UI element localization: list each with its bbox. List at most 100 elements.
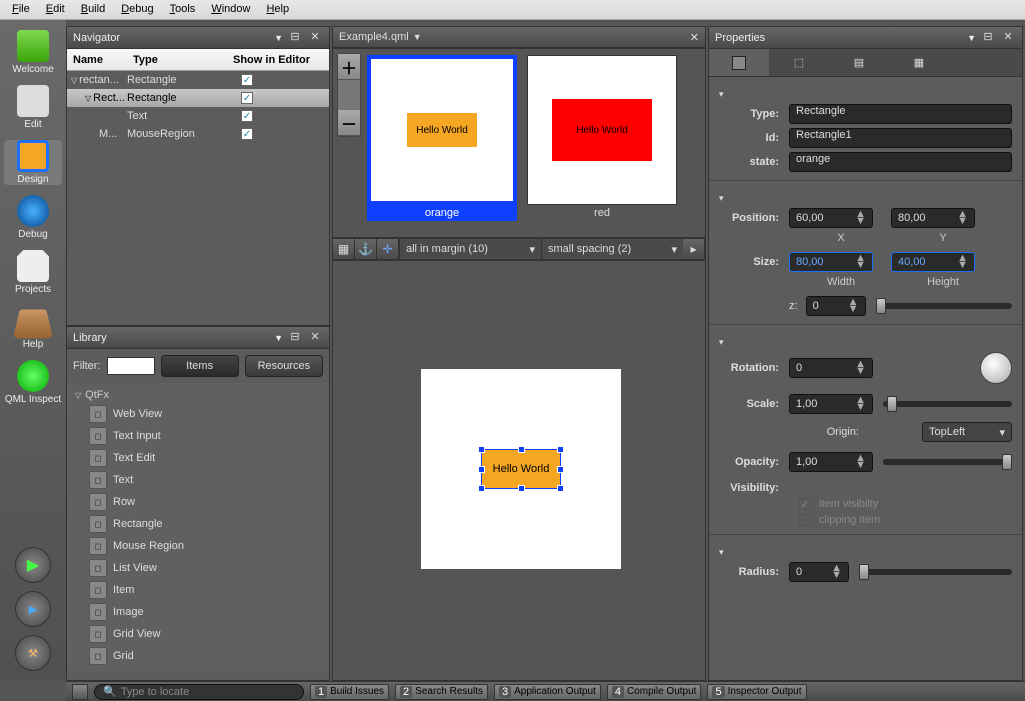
library-item[interactable]: ◻Rectangle — [67, 513, 329, 535]
state-field[interactable]: orange — [789, 152, 1012, 172]
library-item[interactable]: ◻Item — [67, 579, 329, 601]
rotation-dial[interactable] — [980, 352, 1012, 384]
margin-combo[interactable]: all in margin (10)▾ — [399, 239, 541, 259]
library-split-icon[interactable]: ⊟ — [287, 330, 303, 346]
properties-menu-arrow[interactable]: ▼ — [967, 33, 976, 43]
origin-combo[interactable]: TopLeft▾ — [922, 422, 1012, 442]
state-card[interactable]: Hello Worldred — [527, 55, 677, 221]
menu-edit[interactable]: Edit — [38, 0, 73, 19]
library-item[interactable]: ◻Mouse Region — [67, 535, 329, 557]
visibility-checkbox[interactable]: ✓item visibilty — [799, 498, 1012, 510]
pos-y-field[interactable]: 80,00▲▼ — [891, 208, 975, 228]
scale-field[interactable]: 1,00▲▼ — [789, 394, 873, 414]
type-field[interactable]: Rectangle — [789, 104, 1012, 124]
prop-tab-basic[interactable] — [709, 49, 769, 76]
z-field[interactable]: 0▲▼ — [806, 296, 866, 316]
mode-welcome[interactable]: Welcome — [4, 30, 62, 75]
state-card[interactable]: Hello Worldorange — [367, 55, 517, 221]
library-item[interactable]: ◻Web View — [67, 403, 329, 425]
rotation-field[interactable]: 0▲▼ — [789, 358, 873, 378]
mode-debug[interactable]: Debug — [4, 195, 62, 240]
library-category[interactable]: ▽QtFx — [67, 387, 329, 403]
output-pane-button[interactable]: 5Inspector Output — [707, 684, 806, 700]
height-field[interactable]: 40,00▲▼ — [891, 252, 975, 272]
mode-edit[interactable]: Edit — [4, 85, 62, 130]
library-menu-arrow[interactable]: ▼ — [274, 333, 283, 343]
artboard[interactable]: Hello World — [421, 369, 621, 569]
navigator-close-icon[interactable]: ✕ — [307, 30, 323, 46]
snap-button[interactable]: ▦ — [333, 239, 355, 259]
mode-qml-inspect[interactable]: QML Inspect — [4, 360, 62, 405]
toolbar-more-button[interactable]: ▸ — [683, 239, 705, 259]
document-menu-arrow[interactable]: ▼ — [413, 32, 422, 42]
id-field[interactable]: Rectangle1 — [789, 128, 1012, 148]
move-button[interactable]: ✛ — [377, 239, 399, 259]
locator-input[interactable]: 🔍Type to locate — [94, 684, 304, 700]
navigator-tree[interactable]: ▽rectan...Rectangle✓▽Rect...Rectangle✓Te… — [67, 71, 329, 323]
scale-slider[interactable] — [883, 401, 1012, 407]
properties-close-icon[interactable]: ✕ — [1000, 30, 1016, 46]
output-pane-button[interactable]: 1Build Issues — [310, 684, 389, 700]
section-toggle[interactable]: ▾ — [719, 89, 724, 100]
library-item[interactable]: ◻List View — [67, 557, 329, 579]
resize-handle-nw[interactable] — [478, 446, 485, 453]
section-toggle[interactable]: ▾ — [719, 547, 724, 558]
resize-handle-sw[interactable] — [478, 485, 485, 492]
mode-help[interactable]: Help — [4, 305, 62, 350]
resize-handle-w[interactable] — [478, 466, 485, 473]
mode-projects[interactable]: Projects — [4, 250, 62, 295]
radius-slider[interactable] — [859, 569, 1012, 575]
run-debug-button[interactable]: ▶ — [15, 591, 51, 627]
menu-tools[interactable]: Tools — [162, 0, 204, 19]
navigator-menu-arrow[interactable]: ▼ — [274, 33, 283, 43]
selected-rectangle[interactable]: Hello World — [481, 449, 561, 489]
items-tab[interactable]: Items — [161, 355, 239, 377]
design-canvas[interactable]: Hello World — [332, 260, 706, 681]
navigator-row[interactable]: ▽rectan...Rectangle✓ — [67, 71, 329, 89]
library-item[interactable]: ◻Text — [67, 469, 329, 491]
filter-input[interactable] — [107, 357, 155, 375]
navigator-split-icon[interactable]: ⊟ — [287, 30, 303, 46]
prop-tab-advanced[interactable]: ▤ — [829, 49, 889, 76]
document-filename[interactable]: Example4.qml — [339, 31, 409, 43]
opacity-slider[interactable] — [883, 459, 1012, 465]
zoom-out-button[interactable]: － — [338, 110, 360, 136]
resources-tab[interactable]: Resources — [245, 355, 323, 377]
run-button[interactable]: ▶ — [15, 547, 51, 583]
resize-handle-ne[interactable] — [557, 446, 564, 453]
resize-handle-s[interactable] — [518, 485, 525, 492]
output-pane-button[interactable]: 2Search Results — [395, 684, 488, 700]
pos-x-field[interactable]: 60,00▲▼ — [789, 208, 873, 228]
navigator-row[interactable]: ▽Rect...Rectangle✓ — [67, 89, 329, 107]
section-toggle[interactable]: ▾ — [719, 337, 724, 348]
library-close-icon[interactable]: ✕ — [307, 330, 323, 346]
menu-debug[interactable]: Debug — [113, 0, 161, 19]
prop-tab-extended[interactable]: ▦ — [889, 49, 949, 76]
menu-build[interactable]: Build — [73, 0, 113, 19]
z-slider[interactable] — [876, 303, 1012, 309]
library-item[interactable]: ◻Image — [67, 601, 329, 623]
document-close-icon[interactable]: ✕ — [690, 31, 699, 44]
library-item[interactable]: ◻Grid — [67, 645, 329, 667]
anchor-button[interactable]: ⚓ — [355, 239, 377, 259]
prop-tab-layout[interactable]: ⬚ — [769, 49, 829, 76]
opacity-field[interactable]: 1,00▲▼ — [789, 452, 873, 472]
navigator-row[interactable]: Text✓ — [67, 107, 329, 125]
output-pane-button[interactable]: 3Application Output — [494, 684, 601, 700]
navigator-row[interactable]: M...MouseRegion✓ — [67, 125, 329, 143]
properties-split-icon[interactable]: ⊟ — [980, 30, 996, 46]
library-item[interactable]: ◻Row — [67, 491, 329, 513]
menu-window[interactable]: Window — [203, 0, 258, 19]
resize-handle-e[interactable] — [557, 466, 564, 473]
spacing-combo[interactable]: small spacing (2)▾ — [541, 239, 683, 259]
library-item[interactable]: ◻Text Edit — [67, 447, 329, 469]
clipping-checkbox[interactable]: clipping item — [799, 514, 1012, 526]
menu-file[interactable]: File — [4, 0, 38, 19]
resize-handle-se[interactable] — [557, 485, 564, 492]
library-item[interactable]: ◻Grid View — [67, 623, 329, 645]
zoom-in-button[interactable]: ＋ — [338, 54, 360, 80]
section-toggle[interactable]: ▾ — [719, 193, 724, 204]
mode-design[interactable]: Design — [4, 140, 62, 185]
build-button[interactable]: ⚒ — [15, 635, 51, 671]
width-field[interactable]: 80,00▲▼ — [789, 252, 873, 272]
